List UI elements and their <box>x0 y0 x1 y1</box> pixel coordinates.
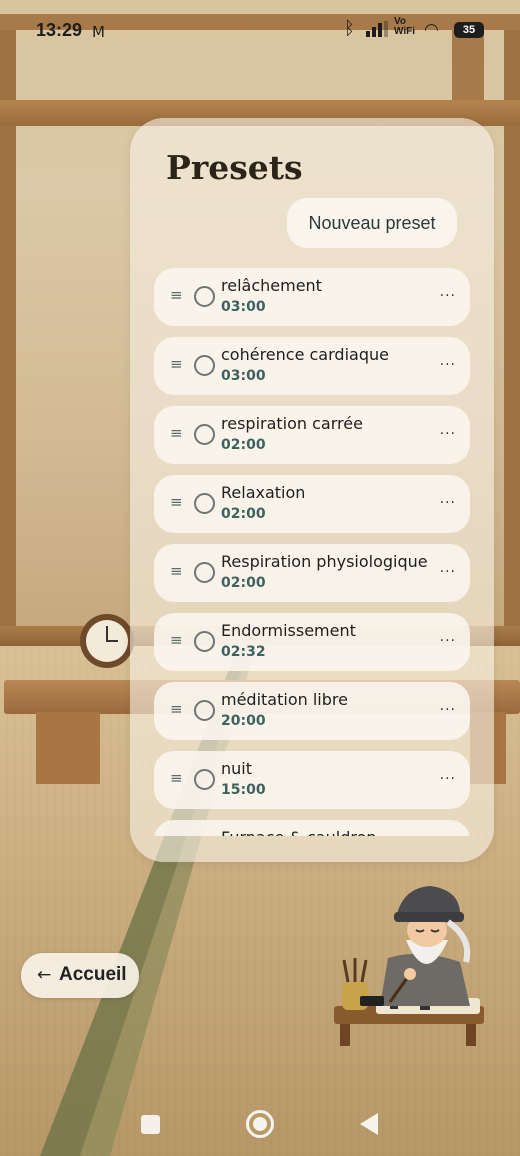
preset-item[interactable]: ≡ méditation libre 20:00 ··· <box>154 682 470 740</box>
signal-icon <box>366 21 388 37</box>
preset-name: nuit <box>221 759 252 778</box>
drag-handle-icon[interactable]: ≡ <box>170 633 183 648</box>
more-options-icon[interactable]: ··· <box>440 357 456 373</box>
radio-button[interactable] <box>194 700 215 721</box>
status-time: 13:29 <box>36 20 83 40</box>
radio-button[interactable] <box>194 631 215 652</box>
drag-handle-icon[interactable]: ≡ <box>170 426 183 441</box>
bluetooth-icon: ᛒ <box>344 18 355 39</box>
preset-name: méditation libre <box>221 690 348 709</box>
back-nav-button[interactable] <box>360 1113 378 1135</box>
more-options-icon[interactable]: ··· <box>440 495 456 511</box>
preset-duration: 02:00 <box>221 437 266 453</box>
table-leg <box>36 712 100 784</box>
preset-name: respiration carrée <box>221 414 363 433</box>
preset-item[interactable]: ≡ relâchement 03:00 ··· <box>154 268 470 326</box>
more-options-icon[interactable]: ··· <box>440 564 456 580</box>
preset-item[interactable]: ≡ Relaxation 02:00 ··· <box>154 475 470 533</box>
drag-handle-icon[interactable]: ≡ <box>170 357 183 372</box>
more-options-icon[interactable]: ··· <box>440 633 456 649</box>
sage-calligrapher-illustration <box>334 886 484 1046</box>
preset-item[interactable]: ≡ Furnace & cauldron ··· <box>154 820 470 836</box>
new-preset-button[interactable]: Nouveau preset <box>287 198 457 248</box>
radio-button[interactable] <box>194 562 215 583</box>
status-bar: 13:29 M ᛒ Vo WiFi ◠ 35 <box>0 0 520 60</box>
gmail-icon: M <box>92 23 105 41</box>
drag-handle-icon[interactable]: ≡ <box>170 771 183 786</box>
battery-icon: 35 <box>454 22 484 38</box>
presets-panel: Presets Nouveau preset ≡ relâchement 03:… <box>130 118 494 862</box>
home-button[interactable]: ← Accueil <box>21 953 139 998</box>
preset-name: cohérence cardiaque <box>221 345 389 364</box>
preset-duration: 15:00 <box>221 782 266 798</box>
preset-item[interactable]: ≡ nuit 15:00 ··· <box>154 751 470 809</box>
preset-item[interactable]: ≡ respiration carrée 02:00 ··· <box>154 406 470 464</box>
clock-hand <box>106 640 118 642</box>
drag-handle-icon[interactable]: ≡ <box>170 495 183 510</box>
radio-button[interactable] <box>194 355 215 376</box>
vowifi-icon: Vo WiFi <box>394 16 416 37</box>
preset-duration: 02:00 <box>221 575 266 591</box>
preset-duration: 02:00 <box>221 506 266 522</box>
radio-button[interactable] <box>194 286 215 307</box>
preset-name: Relaxation <box>221 483 306 502</box>
preset-duration: 02:32 <box>221 644 266 660</box>
radio-button[interactable] <box>194 493 215 514</box>
back-arrow-icon: ← <box>37 965 52 985</box>
preset-name: Furnace & cauldron <box>221 828 377 836</box>
radio-button[interactable] <box>194 769 215 790</box>
preset-item[interactable]: ≡ Endormissement 02:32 ··· <box>154 613 470 671</box>
preset-name: Respiration physiologique <box>221 552 428 571</box>
drag-handle-icon[interactable]: ≡ <box>170 564 183 579</box>
more-options-icon[interactable]: ··· <box>440 702 456 718</box>
home-nav-button-dot <box>253 1117 267 1131</box>
preset-list[interactable]: ≡ relâchement 03:00 ··· ≡ cohérence card… <box>154 268 470 836</box>
radio-button[interactable] <box>194 424 215 445</box>
preset-item[interactable]: ≡ cohérence cardiaque 03:00 ··· <box>154 337 470 395</box>
preset-name: relâchement <box>221 276 322 295</box>
more-options-icon[interactable]: ··· <box>440 771 456 787</box>
preset-name: Endormissement <box>221 621 356 640</box>
drag-handle-icon[interactable]: ≡ <box>170 288 183 303</box>
wifi-icon: ◠ <box>424 20 439 40</box>
recent-apps-button[interactable] <box>141 1115 160 1134</box>
preset-item[interactable]: ≡ Respiration physiologique 02:00 ··· <box>154 544 470 602</box>
drag-handle-icon[interactable]: ≡ <box>170 702 183 717</box>
page-title: Presets <box>166 148 303 187</box>
home-button-label: Accueil <box>59 964 127 985</box>
preset-duration: 03:00 <box>221 299 266 315</box>
preset-duration: 20:00 <box>221 713 266 729</box>
more-options-icon[interactable]: ··· <box>440 426 456 442</box>
more-options-icon[interactable]: ··· <box>440 288 456 304</box>
preset-duration: 03:00 <box>221 368 266 384</box>
